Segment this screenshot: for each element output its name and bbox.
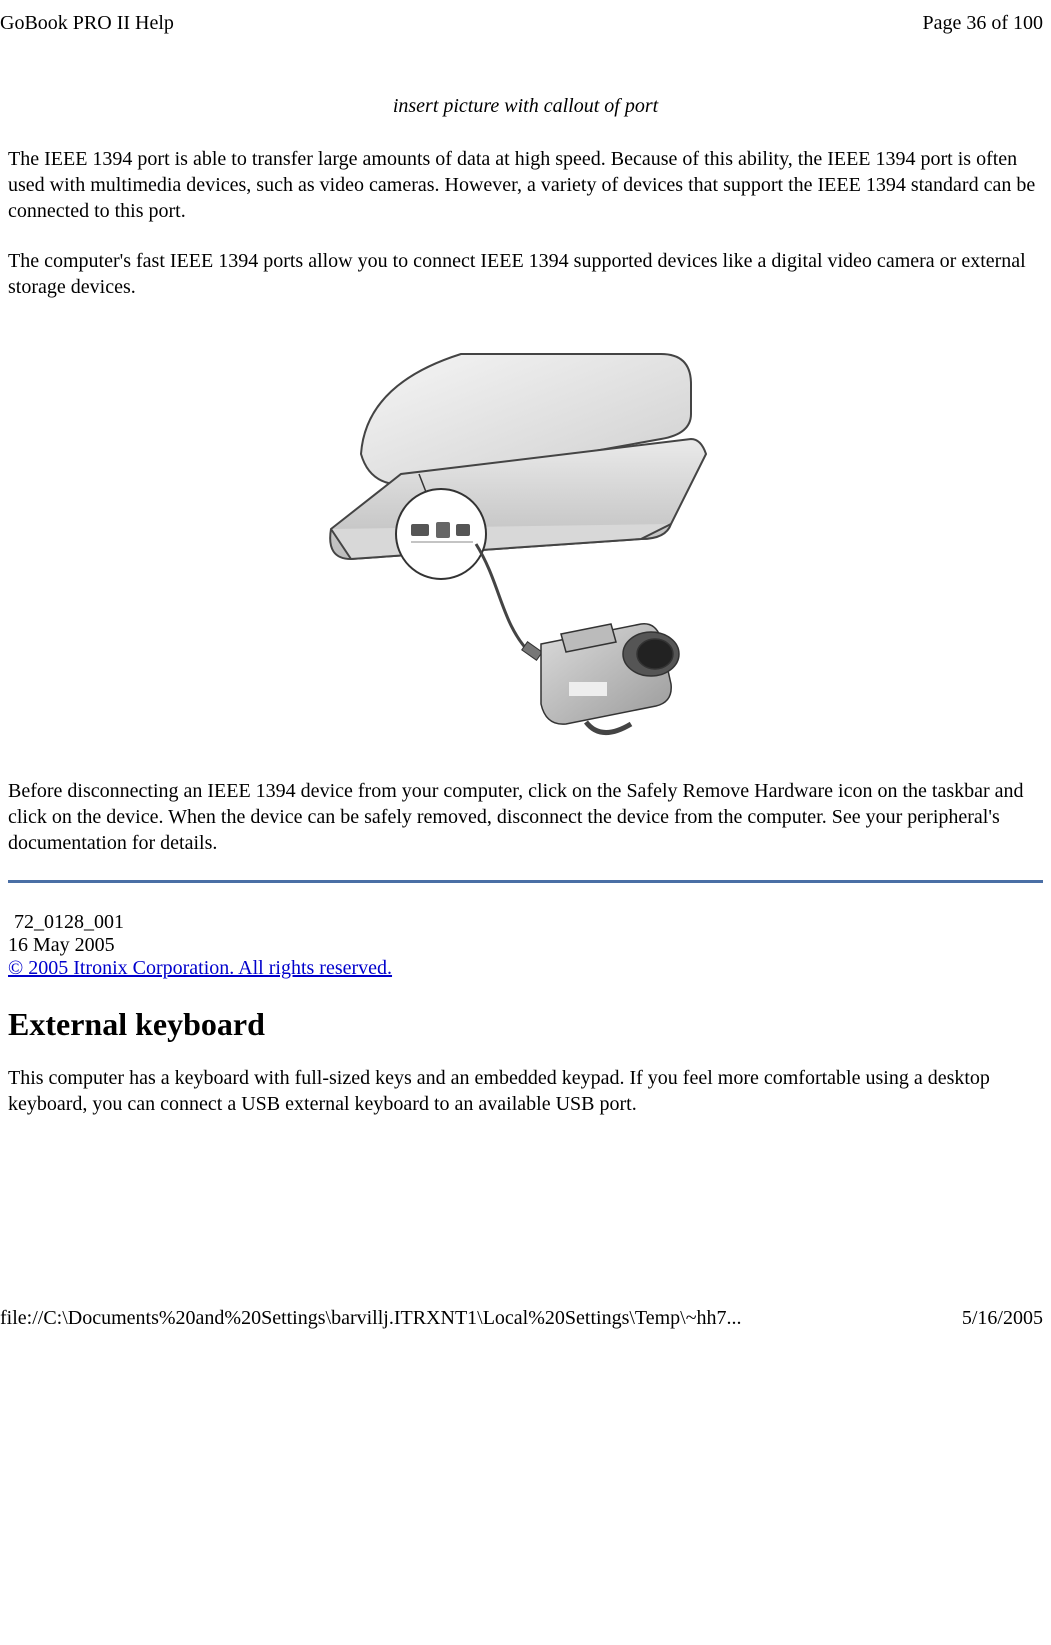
footer-file-path: file://C:\Documents%20and%20Settings\bar… <box>0 1307 742 1330</box>
paragraph-ieee1394-intro: The IEEE 1394 port is able to transfer l… <box>8 146 1043 224</box>
section-title-external-keyboard: External keyboard <box>8 1006 1043 1043</box>
figure-caption: insert picture with callout of port <box>8 95 1043 118</box>
paragraph-external-keyboard: This computer has a keyboard with full-s… <box>8 1065 1043 1117</box>
document-id: 72_0128_001 <box>8 911 1043 934</box>
document-date: 16 May 2005 <box>8 934 1043 957</box>
header-page-number: Page 36 of 100 <box>922 12 1043 35</box>
paragraph-disconnect-instructions: Before disconnecting an IEEE 1394 device… <box>8 778 1043 856</box>
header-left-title: GoBook PRO II Help <box>0 12 174 35</box>
section-divider <box>8 880 1043 883</box>
copyright-link[interactable]: © 2005 Itronix Corporation. All rights r… <box>8 957 392 979</box>
footer-date: 5/16/2005 <box>962 1307 1043 1330</box>
figure-laptop-camera <box>8 324 1043 754</box>
paragraph-ieee1394-ports: The computer's fast IEEE 1394 ports allo… <box>8 248 1043 300</box>
